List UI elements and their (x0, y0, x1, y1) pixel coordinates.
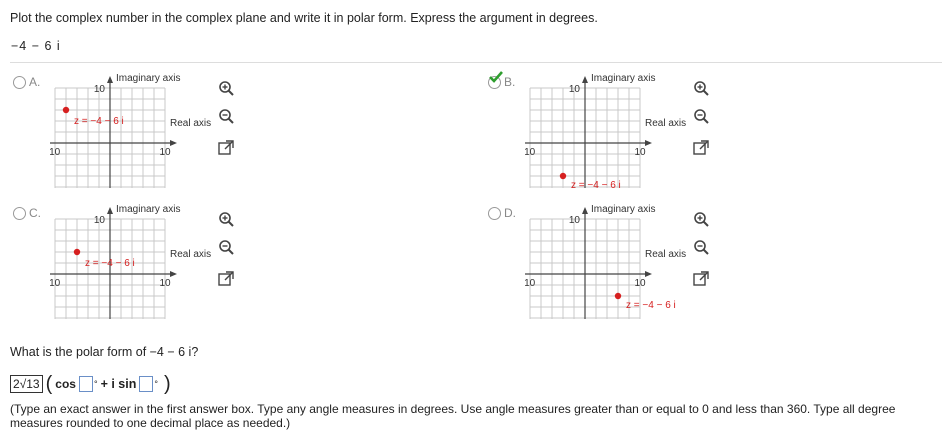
popout-icon[interactable] (693, 140, 709, 156)
question-prompt: Plot the complex number in the complex p… (10, 11, 598, 25)
close-paren: ) (163, 373, 171, 395)
imag-axis-arrow (107, 76, 113, 83)
real-axis-arrow (645, 271, 652, 277)
imag-tick-pos: 10 (569, 215, 581, 226)
point-label: z = −4 − 6 i (571, 180, 621, 188)
plotted-point (559, 172, 567, 180)
divider (10, 62, 942, 63)
imag-tick-pos: 10 (569, 84, 581, 95)
real-tick-neg: -10 (525, 278, 536, 289)
answer-instructions: (Type an exact answer in the first answe… (10, 402, 896, 430)
real-axis-label: Real axis (170, 118, 211, 129)
option-d[interactable]: D.10-1010-10Imaginary axisReal axisz = −… (485, 201, 935, 321)
polar-form-question: What is the polar form of −4 − 6 i? (10, 345, 199, 359)
imag-axis-label: Imaginary axis (591, 204, 655, 215)
option-radio[interactable] (488, 207, 501, 220)
real-tick-neg: -10 (50, 147, 61, 158)
zoom-in-icon[interactable] (693, 211, 709, 227)
option-letter: A. (29, 75, 41, 89)
complex-plane-graph[interactable]: 10-1010-10Imaginary axisReal axisz = −4 … (525, 201, 715, 319)
option-radio[interactable] (13, 207, 26, 220)
real-tick-pos: 10 (159, 147, 171, 158)
zoom-out-icon[interactable] (693, 239, 709, 255)
imag-tick-pos: 10 (94, 215, 106, 226)
complex-expression: −4 − 6 i (11, 39, 61, 53)
checkmark-icon (489, 71, 503, 83)
real-axis-arrow (170, 140, 177, 146)
option-radio[interactable] (13, 76, 26, 89)
zoom-in-icon[interactable] (218, 211, 234, 227)
real-axis-arrow (645, 140, 652, 146)
open-paren: ( (45, 373, 53, 395)
degree-symbol-2: ° (154, 379, 158, 389)
cos-label: cos (55, 377, 76, 391)
coefficient-value: 2√13 (10, 375, 43, 393)
plotted-point (73, 248, 81, 256)
popout-icon[interactable] (218, 271, 234, 287)
degree-symbol: ° (93, 379, 98, 389)
real-tick-pos: 10 (159, 278, 171, 289)
point-label: z = −4 − 6 i (74, 116, 124, 127)
complex-plane-graph[interactable]: 10-1010-10Imaginary axisReal axisz = −4 … (50, 70, 240, 188)
option-letter: D. (504, 206, 516, 220)
real-tick-pos: 10 (634, 147, 646, 158)
imag-axis-label: Imaginary axis (116, 204, 180, 215)
imag-axis-arrow (582, 76, 588, 83)
popout-icon[interactable] (693, 271, 709, 287)
real-tick-pos: 10 (634, 278, 646, 289)
imag-tick-pos: 10 (94, 84, 106, 95)
real-axis-arrow (170, 271, 177, 277)
zoom-in-icon[interactable] (693, 80, 709, 96)
zoom-out-icon[interactable] (693, 108, 709, 124)
answer-row: 2√13 ( cos ° + i sin ° ) (10, 373, 174, 395)
real-axis-label: Real axis (645, 118, 686, 129)
zoom-out-icon[interactable] (218, 108, 234, 124)
zoom-in-icon[interactable] (218, 80, 234, 96)
cos-angle-input[interactable] (78, 376, 93, 392)
option-letter: B. (504, 75, 516, 89)
real-axis-label: Real axis (645, 249, 686, 260)
imag-axis-label: Imaginary axis (116, 73, 180, 84)
imag-axis-arrow (582, 207, 588, 214)
option-letter: C. (29, 206, 41, 220)
popout-icon[interactable] (218, 140, 234, 156)
point-label: z = −4 − 6 i (85, 258, 135, 269)
complex-plane-graph[interactable]: 10-1010-10Imaginary axisReal axisz = −4 … (525, 70, 715, 188)
point-label: z = −4 − 6 i (626, 300, 676, 311)
plotted-point (614, 292, 622, 300)
option-a[interactable]: A.10-1010-10Imaginary axisReal axisz = −… (10, 70, 470, 190)
option-c[interactable]: C.10-1010-10Imaginary axisReal axisz = −… (10, 201, 470, 321)
imag-axis-label: Imaginary axis (591, 73, 655, 84)
complex-plane-graph[interactable]: 10-1010-10Imaginary axisReal axisz = −4 … (50, 201, 240, 319)
real-axis-label: Real axis (170, 249, 211, 260)
option-b[interactable]: B.10-1010-10Imaginary axisReal axisz = −… (485, 70, 935, 190)
real-tick-neg: -10 (50, 278, 61, 289)
imag-axis-arrow (107, 207, 113, 214)
zoom-out-icon[interactable] (218, 239, 234, 255)
real-tick-neg: -10 (525, 147, 536, 158)
plus-i-sin-label: + i sin (100, 377, 137, 391)
sin-angle-input[interactable] (139, 376, 154, 392)
plotted-point (62, 106, 70, 114)
